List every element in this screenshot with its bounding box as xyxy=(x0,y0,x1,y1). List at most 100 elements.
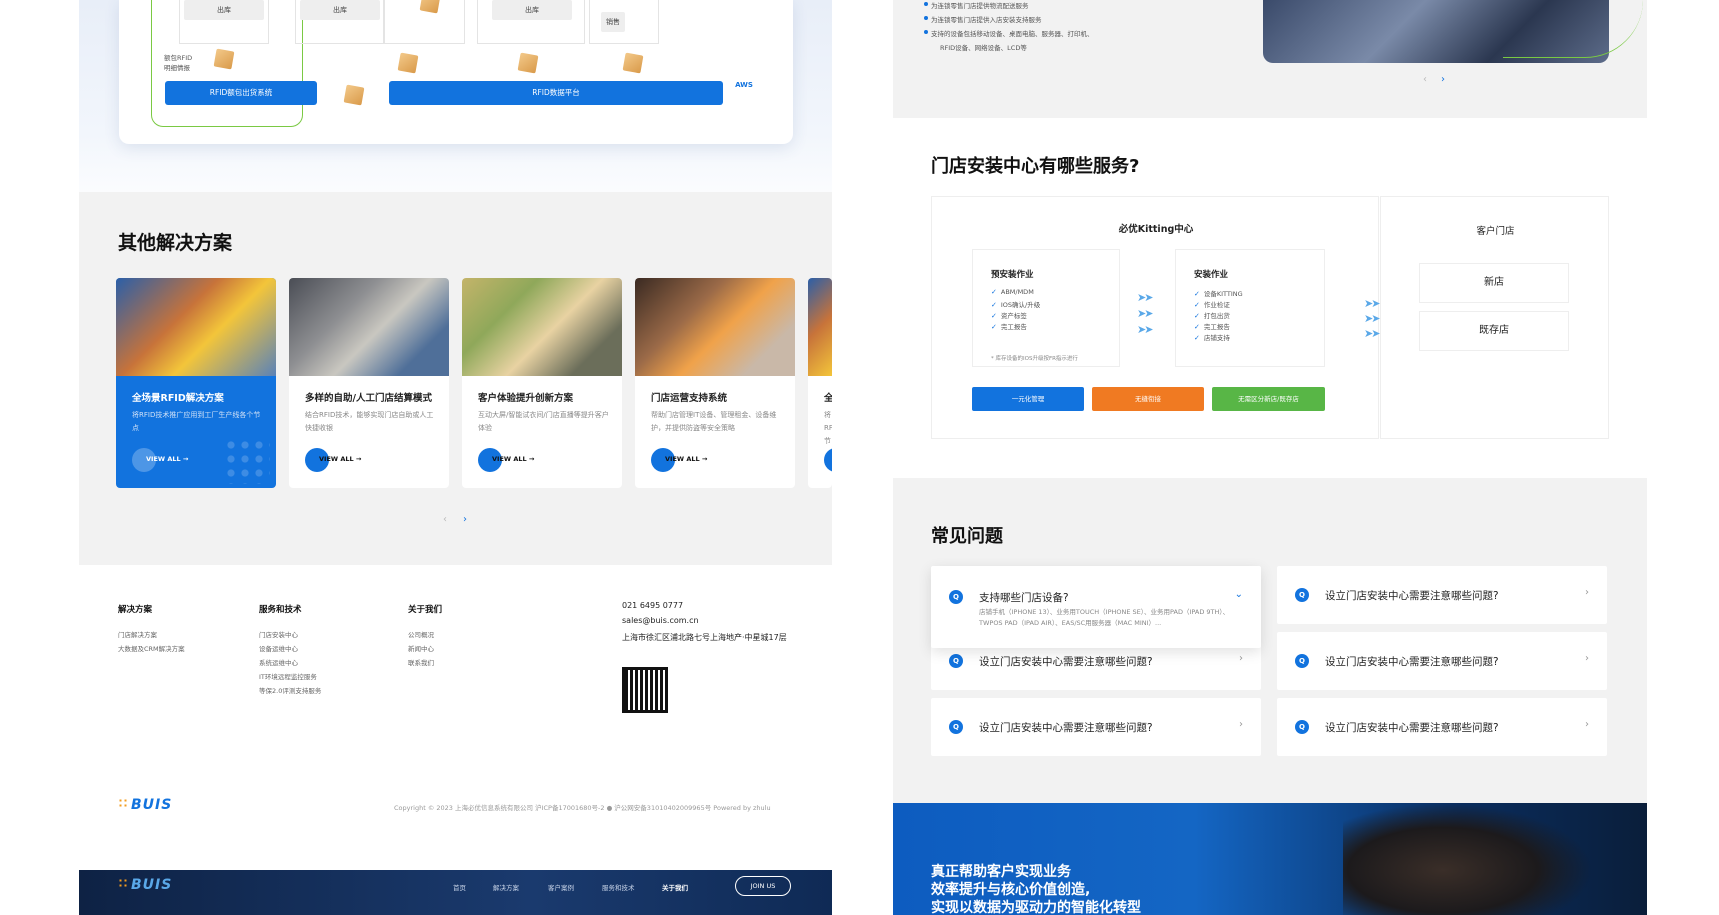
pre-install-item: ABM/MDM xyxy=(991,288,1034,296)
footer-link[interactable]: 设备运维中心 xyxy=(259,643,298,653)
solution-image xyxy=(635,278,795,376)
package-icon xyxy=(397,52,419,74)
pre-install-head: 预安装作业 xyxy=(991,270,1034,280)
solution-title: 客户体验提升创新方案 xyxy=(478,393,574,404)
faq-item[interactable]: Q 设立门店安装中心需要注意哪些问题? › xyxy=(1277,566,1607,624)
question-icon: Q xyxy=(1295,654,1309,668)
diagram-label-sale: 销售 xyxy=(601,12,625,32)
faq-item[interactable]: Q 设立门店安装中心需要注意哪些问题? › xyxy=(931,698,1261,756)
solution-image xyxy=(289,278,449,376)
section-title: 其他解决方案 xyxy=(118,232,233,254)
flow-arrow-icon: ➤➤ xyxy=(1364,327,1381,340)
service-bullet-cont: RFID设备、网络设备、LCD等 xyxy=(940,44,1027,52)
faq-item[interactable]: Q 设立门店安装中心需要注意哪些问题? › xyxy=(1277,632,1607,690)
footer-link[interactable]: 大数据及CRM解决方案 xyxy=(118,643,185,653)
faq-question: 设立门店安装中心需要注意哪些问题? xyxy=(979,656,1153,668)
footer-link[interactable]: 新闻中心 xyxy=(408,643,434,653)
pre-install-item: 完工报告 xyxy=(991,321,1027,331)
service-bullet: 为连锁零售门店提供物流配送服务 xyxy=(924,2,1029,10)
unified-management-button[interactable]: 一元化管理 xyxy=(972,387,1084,411)
kitting-center-panel: 必优Kitting中心 预安装作业 ABM/MDM IOS确认/升级 资产标签 … xyxy=(931,196,1379,439)
copyright: Copyright © 2023 上海必优信息系统有限公司 沪ICP备17001… xyxy=(394,804,771,812)
solution-card[interactable]: 门店运营支持系统 帮助门店管理IT设备、管理租金、设备维护，并提供防盗等安全策略… xyxy=(635,278,795,488)
prev-arrow[interactable]: ‹ xyxy=(1423,74,1427,85)
footer-phone[interactable]: 021 6495 0777 xyxy=(622,601,683,610)
faq-section: 常见问题 Q 支持哪些门店设备? ⌄ 店铺手机（IPHONE 13）、业务用TO… xyxy=(893,478,1647,803)
next-arrow[interactable]: › xyxy=(463,514,467,525)
nav-logo[interactable]: BUIS xyxy=(118,877,172,893)
solution-card[interactable]: 多样的自助/人工门店结算模式 结合RFID技术，能够实现门店自助或人工快捷收银 … xyxy=(289,278,449,488)
rfid-data-platform-bar: RFID数据平台 xyxy=(389,81,723,105)
nav-item-services[interactable]: 服务和技术 xyxy=(602,882,635,892)
solution-desc: 将RFID技术推广应用到工厂生产线各个节点 xyxy=(132,411,261,432)
package-icon xyxy=(517,52,539,74)
hero-line: 真正帮助客户实现业务 xyxy=(931,864,1071,880)
solution-desc: 互动大屏/智能试衣间/门店直播等提升客户体验 xyxy=(478,411,609,432)
solution-title: 多样的自助/人工门店结算模式 xyxy=(305,393,432,404)
flow-arrow-icon: ➤➤ xyxy=(1137,307,1154,320)
diagram-side-note: 额包RFID xyxy=(164,54,193,62)
install-item: 完工报告 xyxy=(1194,321,1230,331)
install-item: 店铺支持 xyxy=(1194,332,1230,342)
footer-logo[interactable]: BUIS xyxy=(118,797,172,813)
hero-line: 效率提升与核心价值创造, xyxy=(931,882,1091,898)
join-us-button[interactable]: JOIN US xyxy=(735,876,791,896)
nav-item-cases[interactable]: 客户案例 xyxy=(548,882,574,892)
package-icon xyxy=(343,84,365,106)
rfid-shipping-system-bar: RFID额包出货系统 xyxy=(165,81,317,105)
no-distinction-button[interactable]: 无需区分新店/既存店 xyxy=(1212,387,1325,411)
faq-question: 设立门店安装中心需要注意哪些问题? xyxy=(979,722,1153,734)
footer-link[interactable]: 门店安装中心 xyxy=(259,629,298,639)
chevron-right-icon: › xyxy=(1585,587,1589,598)
nav-item-about[interactable]: 关于我们 xyxy=(662,882,688,892)
pre-install-item: 资产标签 xyxy=(991,310,1027,320)
chevron-down-icon: ⌄ xyxy=(1234,589,1243,600)
existing-store-box: 既存店 xyxy=(1419,311,1569,351)
chevron-right-icon: › xyxy=(1585,719,1589,730)
solution-title: 门店运营支持系统 xyxy=(651,393,728,404)
faq-item[interactable]: Q 设立门店安装中心需要注意哪些问题? › xyxy=(1277,698,1607,756)
solution-image xyxy=(462,278,622,376)
nav-item-home[interactable]: 首页 xyxy=(453,882,466,892)
pre-install-note: * 库存设备的IOS升级按FR指示进行 xyxy=(991,356,1078,362)
package-icon xyxy=(213,48,235,70)
solution-title: 全 xyxy=(824,393,832,404)
footer-link[interactable]: 联系我们 xyxy=(408,657,434,667)
view-all-button[interactable]: VIEW ALL → xyxy=(132,448,192,472)
footer-link[interactable]: IT环境远程监控服务 xyxy=(259,671,317,681)
solution-desc: 将RFID节 xyxy=(824,411,832,445)
new-store-box: 新店 xyxy=(1419,263,1569,303)
aws-badge: AWS xyxy=(723,78,765,93)
nav-item-solutions[interactable]: 解决方案 xyxy=(493,882,519,892)
question-icon: Q xyxy=(1295,720,1309,734)
footer-link[interactable]: 公司概况 xyxy=(408,629,434,639)
chevron-right-icon: › xyxy=(1239,653,1243,664)
view-all-button[interactable]: VIEW ALL → xyxy=(651,448,711,472)
footer-link[interactable]: 门店解决方案 xyxy=(118,629,157,639)
view-all-button[interactable]: VIEW ALL → xyxy=(478,448,538,472)
solution-card[interactable]: 客户体验提升创新方案 互动大屏/智能试衣间/门店直播等提升客户体验 VIEW A… xyxy=(462,278,622,488)
install-item: 设备KITTING xyxy=(1194,288,1243,298)
store-service-intro: 为连锁零售门店提供物流配送服务 为连锁零售门店提供入店安装支持服务 支持的设备包… xyxy=(893,0,1647,118)
view-all-button[interactable] xyxy=(824,448,832,472)
prev-arrow[interactable]: ‹ xyxy=(443,514,447,525)
footer-email[interactable]: sales@buis.com.cn xyxy=(622,616,699,625)
install-item: 打包出货 xyxy=(1194,310,1230,320)
solution-card[interactable]: 全 将RFID节 xyxy=(808,278,832,488)
footer-col-head: 关于我们 xyxy=(408,605,443,615)
view-all-button[interactable]: VIEW ALL → xyxy=(305,448,365,472)
footer-link[interactable]: 等保2.0评测支持服务 xyxy=(259,685,321,695)
next-arrow[interactable]: › xyxy=(1441,74,1445,85)
solution-card[interactable]: 全场景RFID解决方案 将RFID技术推广应用到工厂生产线各个节点 VIEW A… xyxy=(116,278,276,488)
faq-question: 设立门店安装中心需要注意哪些问题? xyxy=(1325,590,1499,602)
customer-store-panel: 客户门店 新店 既存店 xyxy=(1380,196,1609,439)
faq-answer: 店铺手机（IPHONE 13）、业务用TOUCH（IPHONE SE）、业务用P… xyxy=(979,608,1230,627)
faq-item[interactable]: Q 支持哪些门店设备? ⌄ 店铺手机（IPHONE 13）、业务用TOUCH（I… xyxy=(931,566,1261,648)
diagram-label-out-2: 出库 xyxy=(300,0,380,20)
section-title: 常见问题 xyxy=(931,526,1003,547)
seamless-button[interactable]: 无缝衔接 xyxy=(1092,387,1204,411)
footer-link[interactable]: 系统运维中心 xyxy=(259,657,298,667)
pre-install-box: 预安装作业 ABM/MDM IOS确认/升级 资产标签 完工报告 * 库存设备的… xyxy=(972,249,1120,367)
other-solutions-section: 其他解决方案 全场景RFID解决方案 将RFID技术推广应用到工厂生产线各个节点… xyxy=(79,192,832,565)
faq-question: 支持哪些门店设备? xyxy=(979,592,1069,604)
